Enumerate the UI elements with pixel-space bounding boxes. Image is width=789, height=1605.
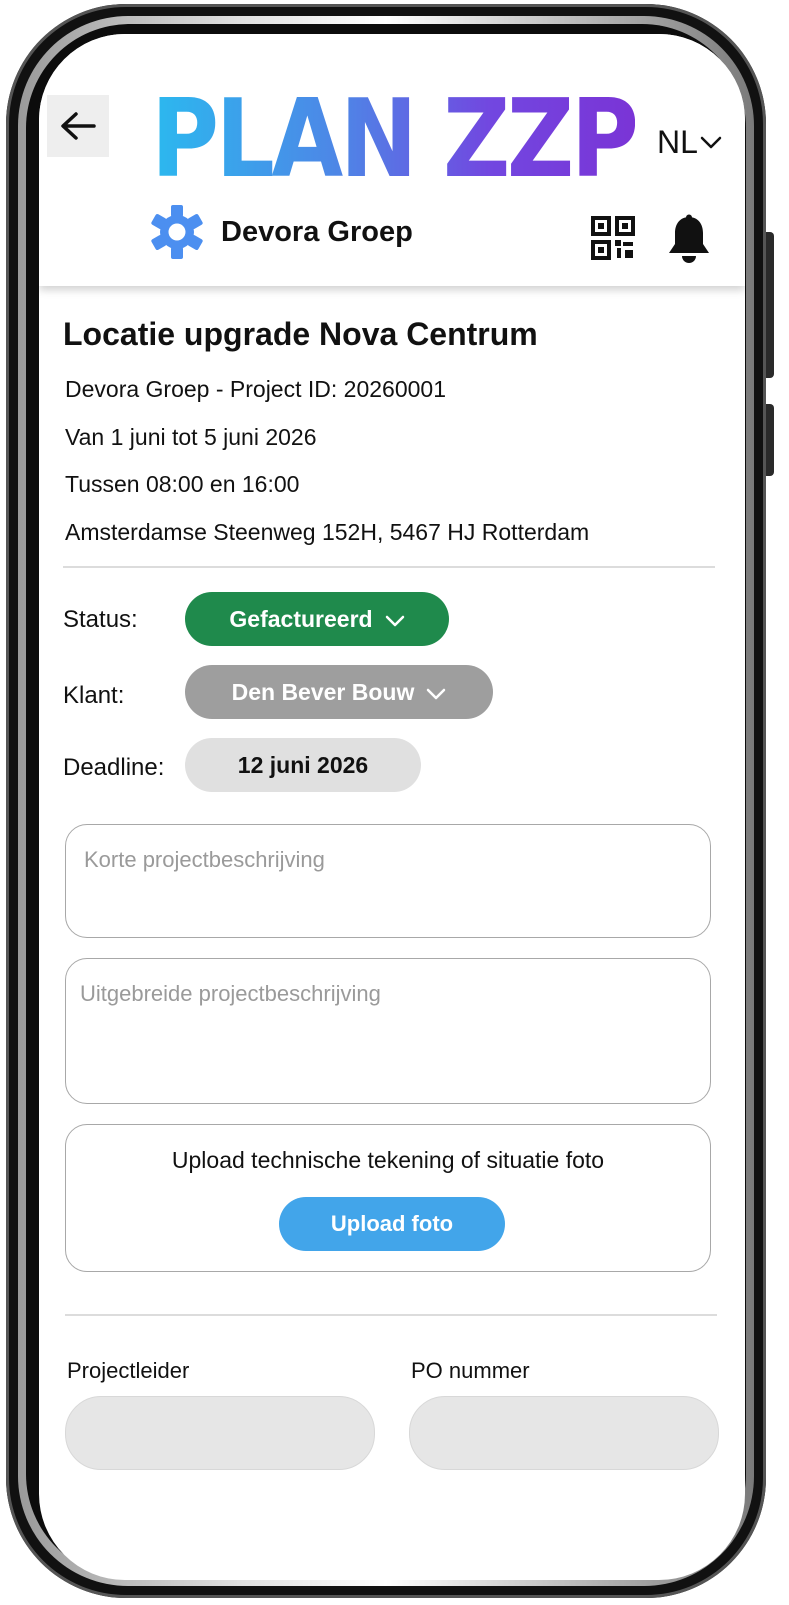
project-address-line: Amsterdamse Steenweg 152H, 5467 HJ Rotte… (65, 519, 590, 545)
organization-switcher[interactable]: Devora Groep (151, 204, 413, 260)
project-title: Locatie upgrade Nova Centrum (63, 316, 538, 352)
divider (65, 1314, 717, 1316)
short-description-placeholder: Korte projectbeschrijving (84, 847, 325, 872)
status-value: Gefactureerd (229, 605, 373, 632)
project-date-line: Van 1 juni tot 5 juni 2026 (65, 424, 317, 450)
po-number-input[interactable] (409, 1396, 719, 1470)
client-label: Klant: (63, 682, 125, 709)
gear-icon (151, 205, 203, 259)
app-logo: PLAN ZZP (151, 77, 639, 202)
status-dropdown[interactable]: Gefactureerd (185, 592, 449, 646)
project-lead-label: Projectleider (67, 1358, 190, 1383)
upload-photo-button[interactable]: Upload foto (279, 1197, 505, 1251)
back-arrow-icon (61, 112, 96, 140)
upload-panel: Upload technische tekening of situatie f… (65, 1124, 711, 1272)
back-button[interactable] (47, 95, 109, 157)
project-id-line: Devora Groep - Project ID: 20260001 (65, 376, 446, 402)
deadline-label: Deadline: (63, 754, 165, 781)
language-value: NL (657, 124, 698, 160)
upload-prompt: Upload technische tekening of situatie f… (171, 1147, 605, 1173)
project-time-line: Tussen 08:00 en 16:00 (65, 471, 300, 497)
app-screen: PLAN ZZP NL Devora Groep Locatie upgrade… (39, 34, 745, 1580)
po-number-label: PO nummer (411, 1358, 530, 1383)
power-button (766, 404, 774, 476)
short-description-field[interactable]: Korte projectbeschrijving (65, 824, 711, 938)
long-description-field[interactable]: Uitgebreide projectbeschrijving (65, 958, 711, 1104)
language-selector[interactable]: NL (657, 124, 722, 161)
client-value: Den Bever Bouw (231, 678, 415, 705)
app-header: PLAN ZZP NL Devora Groep (39, 34, 745, 286)
deadline-value: 12 juni 2026 (237, 751, 369, 778)
chevron-down-icon (385, 606, 405, 633)
qr-scan-button[interactable] (591, 216, 635, 260)
status-label: Status: (63, 606, 138, 633)
chevron-down-icon (426, 679, 446, 706)
chevron-down-icon (700, 136, 722, 148)
deadline-field[interactable]: 12 juni 2026 (185, 738, 421, 792)
volume-button (766, 232, 774, 378)
organization-name: Devora Groep (221, 215, 413, 248)
client-dropdown[interactable]: Den Bever Bouw (185, 665, 493, 719)
notifications-button[interactable] (665, 214, 713, 264)
divider (63, 566, 715, 568)
bell-icon (669, 214, 709, 263)
qr-code-icon (591, 216, 635, 260)
long-description-placeholder: Uitgebreide projectbeschrijving (80, 981, 381, 1006)
project-lead-input[interactable] (65, 1396, 375, 1470)
phone-frame: PLAN ZZP NL Devora Groep Locatie upgrade… (6, 4, 774, 1598)
